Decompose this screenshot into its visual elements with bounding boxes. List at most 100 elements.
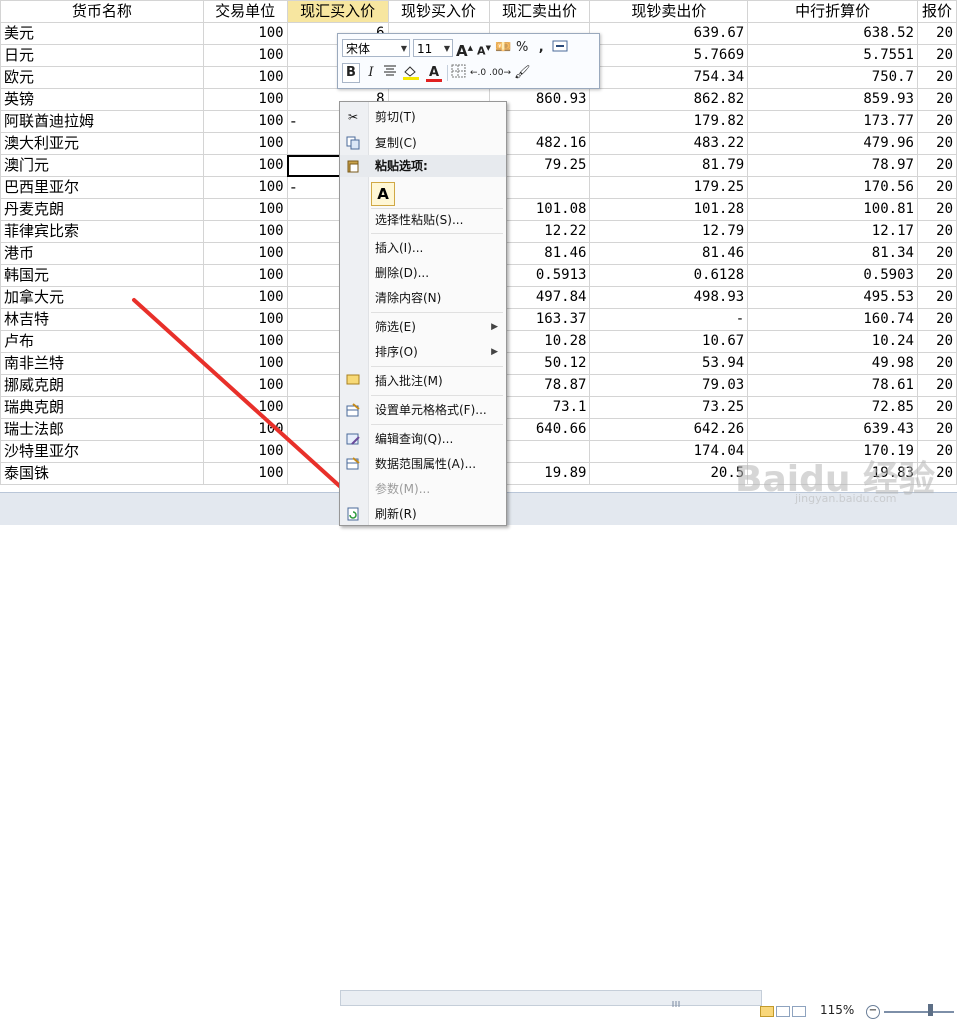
value-cell[interactable]: 78.61 bbox=[747, 374, 918, 397]
value-cell[interactable]: 20 bbox=[916, 88, 957, 111]
currency-name-cell[interactable]: 沙特里亚尔 bbox=[0, 440, 204, 463]
accounting-format-icon[interactable]: 💴 bbox=[495, 39, 511, 57]
header-cell[interactable]: 现汇买入价 bbox=[286, 0, 389, 23]
value-cell[interactable]: 81.79 bbox=[589, 154, 749, 177]
value-cell[interactable]: 53.94 bbox=[589, 352, 749, 375]
normal-view-icon[interactable] bbox=[760, 1006, 774, 1017]
currency-name-cell[interactable]: 美元 bbox=[0, 22, 204, 45]
value-cell[interactable]: 100.81 bbox=[747, 198, 918, 221]
menu-item-paste-special[interactable]: 选择性粘贴(S)... bbox=[340, 209, 506, 231]
value-cell[interactable]: 160.74 bbox=[747, 308, 918, 331]
menu-item-filter[interactable]: 筛选(E) ▶ bbox=[340, 316, 506, 338]
value-cell[interactable]: 20 bbox=[916, 176, 957, 199]
value-cell[interactable]: 174.04 bbox=[589, 440, 749, 463]
zoom-level[interactable]: 115% bbox=[820, 1003, 854, 1017]
percent-button[interactable]: % bbox=[514, 39, 530, 57]
value-cell[interactable]: 179.25 bbox=[589, 176, 749, 199]
value-cell[interactable]: 20 bbox=[916, 330, 957, 353]
font-color-icon[interactable]: A bbox=[424, 64, 444, 82]
value-cell[interactable]: 100 bbox=[202, 308, 288, 331]
menu-item-copy[interactable]: 复制(C) bbox=[340, 132, 506, 154]
value-cell[interactable]: 20 bbox=[916, 352, 957, 375]
value-cell[interactable]: 5.7551 bbox=[747, 44, 918, 67]
grow-font-button[interactable]: A▲ bbox=[456, 39, 473, 60]
menu-item-edit-query[interactable]: 编辑查询(Q)... bbox=[340, 428, 506, 450]
comma-style-button[interactable]: , bbox=[533, 39, 549, 57]
value-cell[interactable]: 101.28 bbox=[589, 198, 749, 221]
value-cell[interactable]: 100 bbox=[202, 110, 288, 133]
value-cell[interactable]: 100 bbox=[202, 44, 288, 67]
horizontal-scrollbar[interactable] bbox=[340, 990, 762, 1007]
currency-name-cell[interactable]: 林吉特 bbox=[0, 308, 204, 331]
currency-name-cell[interactable]: 韩国元 bbox=[0, 264, 204, 287]
value-cell[interactable]: 639.67 bbox=[589, 22, 749, 45]
value-cell[interactable]: 20 bbox=[916, 66, 957, 89]
fill-color-icon[interactable] bbox=[401, 64, 421, 82]
value-cell[interactable]: 100 bbox=[202, 88, 288, 111]
header-cell[interactable]: 报价 bbox=[916, 0, 957, 23]
bold-button[interactable]: B bbox=[342, 63, 360, 83]
value-cell[interactable]: 859.93 bbox=[747, 88, 918, 111]
menu-item-format-cells[interactable]: 设置单元格格式(F)... bbox=[340, 399, 506, 421]
menu-item-clear-contents[interactable]: 清除内容(N) bbox=[340, 287, 506, 309]
value-cell[interactable]: 173.77 bbox=[747, 110, 918, 133]
value-cell[interactable]: 0.6128 bbox=[589, 264, 749, 287]
value-cell[interactable]: 20 bbox=[916, 308, 957, 331]
value-cell[interactable]: 639.43 bbox=[747, 418, 918, 441]
currency-name-cell[interactable]: 日元 bbox=[0, 44, 204, 67]
value-cell[interactable]: 20.5 bbox=[589, 462, 749, 485]
value-cell[interactable]: 100 bbox=[202, 264, 288, 287]
value-cell[interactable]: 100 bbox=[202, 22, 288, 45]
value-cell[interactable]: 498.93 bbox=[589, 286, 749, 309]
value-cell[interactable]: 862.82 bbox=[589, 88, 749, 111]
currency-name-cell[interactable]: 挪威克朗 bbox=[0, 374, 204, 397]
menu-item-refresh[interactable]: 刷新(R) bbox=[340, 503, 506, 525]
value-cell[interactable]: 72.85 bbox=[747, 396, 918, 419]
value-cell[interactable]: 100 bbox=[202, 176, 288, 199]
value-cell[interactable]: 12.17 bbox=[747, 220, 918, 243]
header-cell[interactable]: 货币名称 bbox=[0, 0, 204, 23]
zoom-out-button[interactable]: − bbox=[866, 1005, 880, 1019]
merge-center-icon[interactable] bbox=[552, 39, 568, 57]
value-cell[interactable]: 20 bbox=[916, 198, 957, 221]
value-cell[interactable]: 10.24 bbox=[747, 330, 918, 353]
value-cell[interactable]: 10.67 bbox=[589, 330, 749, 353]
value-cell[interactable]: 20 bbox=[916, 374, 957, 397]
page-break-view-icon[interactable] bbox=[792, 1006, 806, 1017]
value-cell[interactable]: 81.46 bbox=[589, 242, 749, 265]
value-cell[interactable]: 495.53 bbox=[747, 286, 918, 309]
page-layout-view-icon[interactable] bbox=[776, 1006, 790, 1017]
currency-name-cell[interactable]: 瑞士法郎 bbox=[0, 418, 204, 441]
value-cell[interactable]: 20 bbox=[916, 154, 957, 177]
value-cell[interactable]: 642.26 bbox=[589, 418, 749, 441]
value-cell[interactable]: 100 bbox=[202, 418, 288, 441]
font-name-box[interactable]: 宋体 ▼ bbox=[342, 39, 410, 57]
value-cell[interactable]: 20 bbox=[916, 110, 957, 133]
value-cell[interactable]: 100 bbox=[202, 462, 288, 485]
italic-button[interactable]: I bbox=[363, 64, 379, 82]
value-cell[interactable]: 100 bbox=[202, 220, 288, 243]
value-cell[interactable]: 100 bbox=[202, 286, 288, 309]
format-painter-icon[interactable]: 🖌 bbox=[514, 64, 531, 82]
currency-name-cell[interactable]: 丹麦克朗 bbox=[0, 198, 204, 221]
currency-name-cell[interactable]: 欧元 bbox=[0, 66, 204, 89]
zoom-slider-thumb[interactable] bbox=[928, 1004, 933, 1016]
value-cell[interactable]: 20 bbox=[916, 418, 957, 441]
menu-item-insert[interactable]: 插入(I)... bbox=[340, 237, 506, 259]
value-cell[interactable]: 100 bbox=[202, 154, 288, 177]
value-cell[interactable]: 20 bbox=[916, 396, 957, 419]
value-cell[interactable]: 100 bbox=[202, 396, 288, 419]
value-cell[interactable]: 20 bbox=[916, 220, 957, 243]
shrink-font-button[interactable]: A▼ bbox=[476, 39, 492, 58]
currency-name-cell[interactable]: 南非兰特 bbox=[0, 352, 204, 375]
currency-name-cell[interactable]: 阿联酋迪拉姆 bbox=[0, 110, 204, 133]
currency-name-cell[interactable]: 瑞典克朗 bbox=[0, 396, 204, 419]
currency-name-cell[interactable]: 菲律宾比索 bbox=[0, 220, 204, 243]
header-cell[interactable]: 交易单位 bbox=[202, 0, 288, 23]
value-cell[interactable]: 100 bbox=[202, 132, 288, 155]
value-cell[interactable]: 100 bbox=[202, 66, 288, 89]
align-center-icon[interactable] bbox=[382, 64, 398, 82]
currency-name-cell[interactable]: 加拿大元 bbox=[0, 286, 204, 309]
currency-name-cell[interactable]: 港币 bbox=[0, 242, 204, 265]
value-cell[interactable]: 100 bbox=[202, 352, 288, 375]
